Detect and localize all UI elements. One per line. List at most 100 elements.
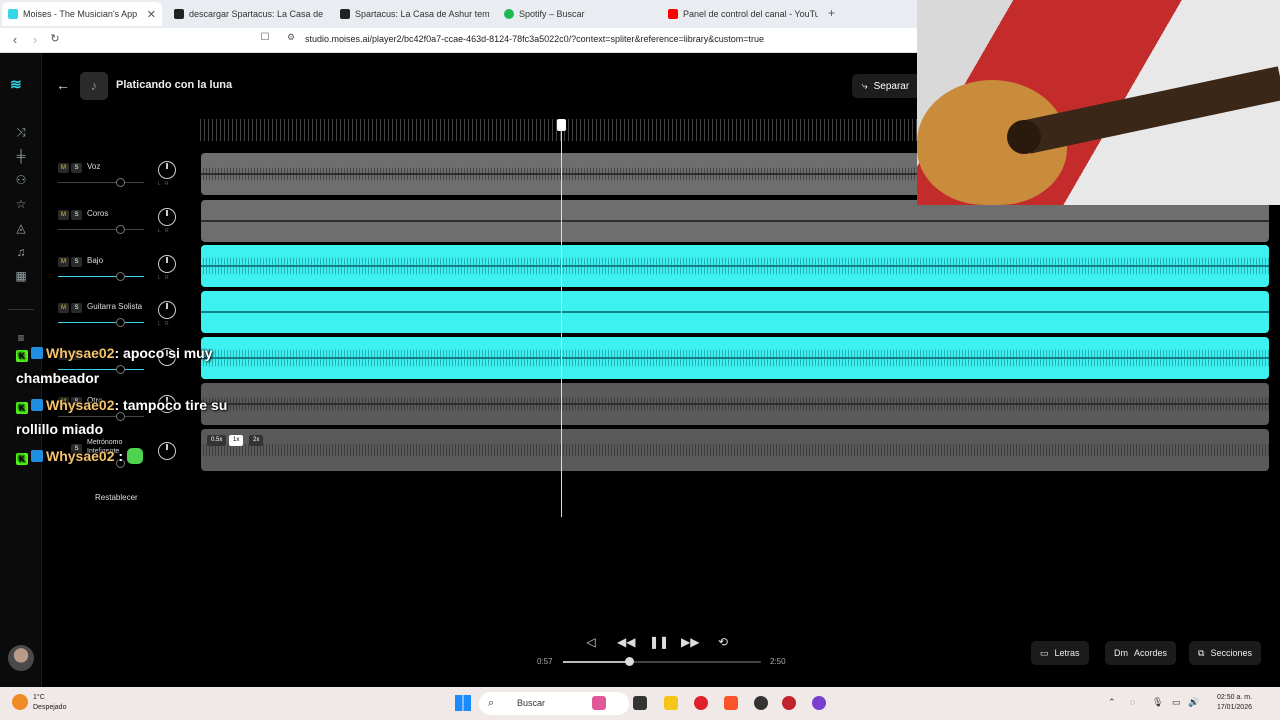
solo-button[interactable]: S	[71, 257, 82, 267]
new-tab-icon[interactable]: +	[828, 6, 835, 20]
pan-knob[interactable]	[158, 208, 176, 226]
site-info-icon[interactable]: ⚙	[282, 32, 300, 43]
guitar-soundhole	[1007, 120, 1041, 154]
volume-thumb[interactable]	[116, 225, 125, 234]
kick-badge-icon: K	[16, 350, 28, 362]
lane-metronomo[interactable]: 0.5x 1x 2x	[201, 429, 1269, 471]
solo-button[interactable]: S	[71, 303, 82, 313]
obs-icon[interactable]	[754, 696, 768, 710]
mute-button[interactable]: M	[58, 210, 69, 220]
speed-option[interactable]: 2x	[249, 435, 264, 446]
secciones-button[interactable]: ⧉ Secciones	[1189, 641, 1261, 665]
tab-moises[interactable]: Moises - The Musician's App ✕	[2, 2, 162, 26]
lane-guitarra-solista[interactable]	[201, 291, 1269, 333]
rewind-icon[interactable]: ◀◀	[617, 635, 635, 649]
reset-button[interactable]: Restablecer	[95, 493, 138, 502]
chat-message: K Whysae02: apoco si muy	[16, 345, 213, 362]
lane-bajo[interactable]	[201, 245, 1269, 287]
clock-time[interactable]: 02:50 a. m.	[1208, 694, 1252, 701]
share-icon: ⤷	[862, 80, 868, 92]
volume-slider[interactable]	[58, 276, 144, 277]
solo-button[interactable]: S	[71, 210, 82, 220]
close-tab-icon[interactable]: ✕	[147, 8, 156, 21]
app-icon[interactable]	[782, 696, 796, 710]
mic-icon[interactable]: 🎙	[1152, 697, 1163, 708]
mute-button[interactable]: M	[58, 163, 69, 173]
windows-start-icon[interactable]	[455, 695, 471, 711]
chat-user: Whysae02	[46, 345, 115, 361]
separar-button[interactable]: ⤷ Separar	[852, 74, 922, 98]
avatar[interactable]	[8, 645, 34, 671]
pan-knob[interactable]	[158, 442, 176, 460]
waveform-icon[interactable]: ╪	[12, 147, 30, 165]
opera-icon[interactable]	[694, 696, 708, 710]
volume-slider[interactable]	[58, 229, 144, 230]
bookmark-icon[interactable]: ☐	[256, 32, 274, 43]
pan-knob[interactable]	[158, 161, 176, 179]
star-icon[interactable]: ☆	[12, 195, 30, 213]
grid-icon[interactable]: ▦	[12, 267, 30, 285]
tune-icon[interactable]: ♫	[12, 243, 30, 261]
back-icon[interactable]: ‹	[6, 32, 24, 47]
wifi-icon[interactable]: ▭	[1172, 697, 1181, 708]
lane-coros[interactable]	[201, 200, 1269, 242]
task-view-icon[interactable]	[633, 696, 647, 710]
track-name: Voz	[87, 162, 101, 171]
lane-otro[interactable]	[201, 383, 1269, 425]
pan-knob[interactable]	[158, 301, 176, 319]
acordes-button[interactable]: Dm Acordes	[1105, 641, 1177, 665]
progress-thumb[interactable]	[625, 657, 635, 666]
fast-forward-icon[interactable]: ▶▶	[681, 635, 699, 649]
taskbar-search[interactable]: Buscar	[479, 692, 629, 715]
mute-button[interactable]: M	[58, 303, 69, 313]
tab-spotify[interactable]: Spotify – Buscar	[498, 2, 654, 26]
reload-icon[interactable]: ↻	[46, 32, 64, 45]
back-arrow-icon[interactable]: ←	[56, 77, 70, 93]
webcam-overlay	[917, 0, 1280, 205]
network-icon[interactable]: ◌	[1130, 697, 1135, 707]
letras-button[interactable]: ▭ Letras	[1031, 641, 1089, 665]
app-icon[interactable]	[812, 696, 826, 710]
users-icon[interactable]: ⚇	[12, 171, 30, 189]
tray-chevron-icon[interactable]: ⌃	[1108, 697, 1116, 708]
mute-button[interactable]: M	[58, 257, 69, 267]
speed-option[interactable]: 1x	[229, 435, 244, 446]
moises-logo-icon[interactable]: ≋	[10, 77, 32, 91]
pause-icon[interactable]: ❚❚	[649, 635, 669, 649]
playhead-handle[interactable]	[557, 119, 566, 131]
split-icon[interactable]: ⤨	[12, 123, 30, 141]
forward-icon[interactable]: ›	[26, 32, 44, 47]
chat-text: : tampoco tire su	[114, 397, 228, 413]
speed-option[interactable]: 0.5x	[207, 435, 227, 446]
solo-button[interactable]: S	[71, 163, 82, 173]
tab-youtube[interactable]: Panel de control del canal - YouTube	[662, 2, 818, 26]
brave-icon[interactable]	[724, 696, 738, 710]
windows-taskbar: 1°C Despejado Buscar ⌕ ⌃ ◌ 🎙 ▭ 🔊 02:50 a…	[0, 687, 1280, 720]
weather-icon[interactable]	[12, 694, 28, 710]
volume-icon[interactable]: ◁	[582, 635, 600, 649]
volume-thumb[interactable]	[116, 318, 125, 327]
progress-fill	[563, 661, 630, 663]
volume-thumb[interactable]	[116, 178, 125, 187]
tab-descargar[interactable]: descargar Spartacus: La Casa de Ashur	[168, 2, 324, 26]
volume-slider[interactable]	[58, 322, 144, 323]
widgets-icon[interactable]	[592, 696, 606, 710]
volume-slider[interactable]	[58, 416, 144, 417]
url-field[interactable]: studio.moises.ai/player2/bc42f0a7-ccae-4…	[305, 34, 764, 44]
speaker-icon[interactable]: 🔊	[1188, 697, 1199, 708]
clock-date[interactable]: 17/01/2026	[1208, 704, 1252, 711]
volume-slider[interactable]	[58, 182, 144, 183]
volume-thumb[interactable]	[116, 365, 125, 374]
tab-label: Spartacus: La Casa de Ashur tempora	[355, 9, 490, 19]
volume-thumb[interactable]	[116, 272, 125, 281]
weather-desc: Despejado	[33, 704, 67, 711]
track-control-bajo: M S Bajo L R	[56, 247, 192, 287]
tab-spartacus[interactable]: Spartacus: La Casa de Ashur tempora	[334, 2, 490, 26]
pan-knob[interactable]	[158, 255, 176, 273]
metronome-icon[interactable]: ◬	[12, 219, 30, 237]
file-explorer-icon[interactable]	[664, 696, 678, 710]
lane-guitarra[interactable]	[201, 337, 1269, 379]
chat-message-cont: rollillo miado	[16, 421, 104, 437]
loop-icon[interactable]: ⟲	[714, 635, 732, 649]
track-name: Coros	[87, 209, 109, 218]
